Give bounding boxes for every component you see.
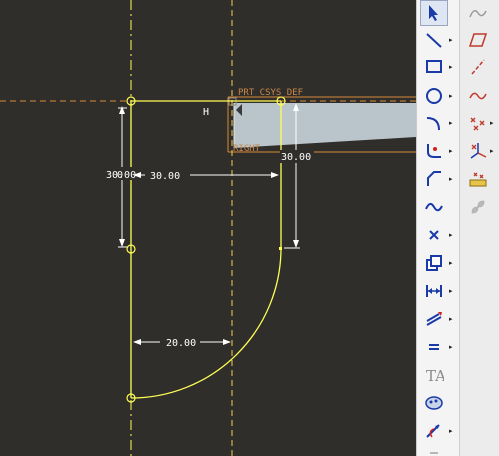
select-arrow-icon[interactable] — [420, 0, 448, 26]
point-tool-icon[interactable] — [420, 222, 448, 248]
spline-tool-icon[interactable] — [420, 194, 448, 220]
datum-curve-icon[interactable] — [464, 83, 492, 109]
dim-arrow-top-right — [271, 172, 279, 178]
constraint-tool-dropdown-icon[interactable]: ▸ — [449, 343, 457, 351]
line-tool-icon[interactable] — [420, 27, 448, 53]
csys-label: PRT_CSYS_DEF — [238, 88, 303, 98]
offset-edge-dropdown-icon[interactable]: ▸ — [449, 259, 457, 267]
constraint-tool-icon[interactable] — [420, 334, 448, 360]
svg-text:TA: TA — [426, 367, 444, 385]
line-tool-dropdown-icon[interactable]: ▸ — [449, 36, 457, 44]
rectangle-tool-dropdown-icon[interactable]: ▸ — [449, 63, 457, 71]
dimension-tool-dropdown-icon[interactable]: ▸ — [449, 287, 457, 295]
rectangle-tool-icon[interactable] — [420, 54, 448, 80]
dim-arrow-bottom-left — [133, 339, 141, 345]
dim-width-top[interactable]: 30.00 — [150, 171, 180, 182]
equal-constraint-marker: 0 — [117, 170, 123, 181]
chamfer-tool-icon[interactable] — [420, 166, 448, 192]
chamfer-tool-dropdown-icon[interactable]: ▸ — [449, 175, 457, 183]
chain-icon[interactable] — [464, 194, 492, 220]
dim-width-bottom[interactable]: 20.00 — [166, 338, 196, 349]
sketch-arc[interactable] — [130, 248, 282, 399]
arc-tool-dropdown-icon[interactable]: ▸ — [449, 119, 457, 127]
point-tool-dropdown-icon[interactable]: ▸ — [449, 231, 457, 239]
datum-plane-icon[interactable] — [464, 27, 492, 53]
text-tool-icon[interactable]: TA — [420, 362, 448, 388]
modify-tool-dropdown-icon[interactable]: ▸ — [449, 315, 457, 323]
palette-tool-icon[interactable] — [420, 390, 448, 416]
analysis-icon[interactable] — [464, 166, 492, 192]
sketch-canvas[interactable]: 30.00 30.00 30.00 20.00 PRT_CSYS_DEF RIG… — [0, 0, 416, 456]
part-surface — [234, 103, 416, 148]
arc-tool-icon[interactable] — [420, 110, 448, 136]
sketch-drawing[interactable]: 30.00 30.00 30.00 20.00 PRT_CSYS_DEF RIG… — [0, 0, 416, 456]
dim-arrow-bottom-right — [223, 339, 231, 345]
modify-tool-icon[interactable] — [420, 306, 448, 332]
right-datum-label: RIGHT — [233, 144, 261, 154]
datum-csys-dropdown-icon[interactable]: ▸ — [490, 147, 498, 155]
more-tools-icon[interactable] — [420, 448, 448, 456]
datum-point-icon[interactable] — [464, 110, 492, 136]
fillet-tool-dropdown-icon[interactable]: ▸ — [449, 147, 457, 155]
datum-csys-icon[interactable] — [464, 138, 492, 164]
circle-tool-dropdown-icon[interactable]: ▸ — [449, 92, 457, 100]
dim-height-right[interactable]: 30.00 — [281, 152, 311, 163]
fillet-tool-icon[interactable] — [420, 138, 448, 164]
dim-arrow-left-top — [119, 106, 125, 114]
vertex-arc-start — [279, 247, 282, 250]
circle-tool-icon[interactable] — [420, 83, 448, 109]
trim-tool-dropdown-icon[interactable]: ▸ — [449, 427, 457, 435]
trim-tool-icon[interactable] — [420, 418, 448, 444]
dimension-tool-icon[interactable] — [420, 278, 448, 304]
datum-toolbar: ▸ ▸ — [459, 0, 499, 456]
dim-arrow-right-bottom — [293, 240, 299, 248]
sketch-toolbar: ▸ ▸ ▸ ▸ ▸ ▸ ▸ ▸ ▸ ▸ ▸ TA ▸ — [416, 0, 460, 456]
sketch-curve-icon[interactable] — [464, 0, 492, 26]
offset-edge-icon[interactable] — [420, 250, 448, 276]
datum-point-dropdown-icon[interactable]: ▸ — [490, 119, 498, 127]
horizontal-constraint-marker: H — [203, 107, 209, 118]
datum-axis-icon[interactable] — [464, 54, 492, 80]
dim-arrow-left-bottom — [119, 239, 125, 247]
